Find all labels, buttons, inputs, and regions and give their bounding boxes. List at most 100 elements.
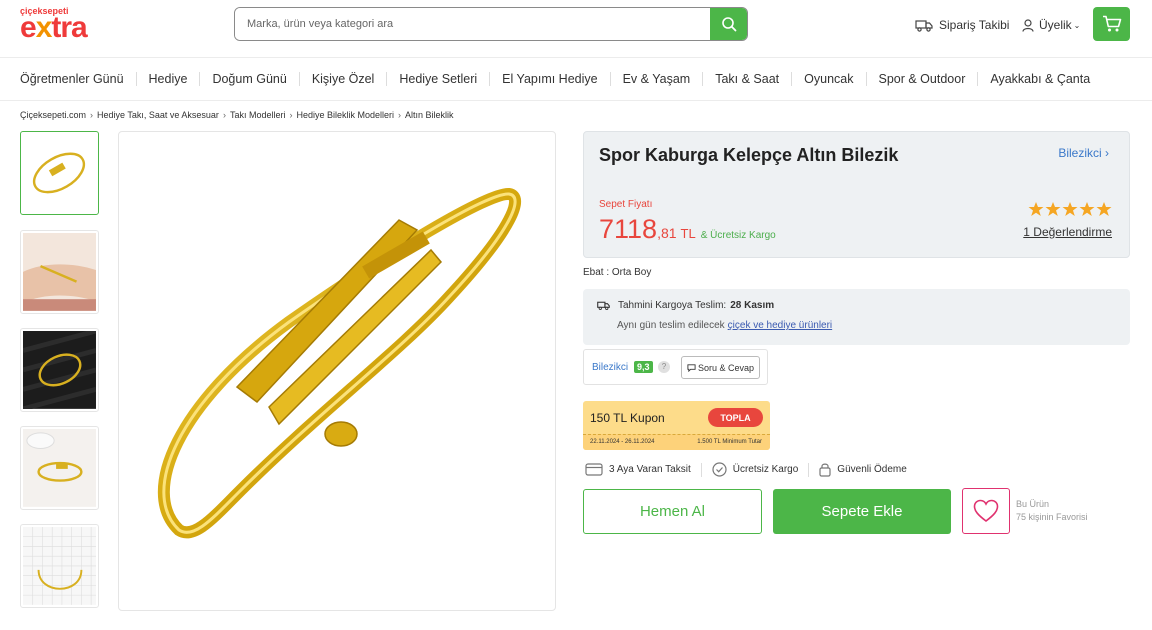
star-icon [1045, 202, 1061, 216]
category-nav: Öğretmenler Günü Hediye Doğum Günü Kişiy… [0, 57, 1152, 101]
nav-item-label[interactable]: Oyuncak [804, 72, 853, 86]
qa-button[interactable]: Soru & Cevap [681, 356, 760, 379]
seller-name[interactable]: Bilezikci [592, 362, 628, 373]
site-logo[interactable]: çiçeksepeti extra [20, 6, 112, 44]
buy-now-button[interactable]: Hemen Al [583, 489, 762, 534]
truck-icon [915, 19, 933, 32]
lock-icon [819, 463, 831, 477]
nav-item-label[interactable]: Kişiye Özel [312, 72, 375, 86]
favorite-line-1: Bu Ürün [1016, 499, 1050, 509]
thumbnail-2[interactable] [20, 230, 99, 314]
favorite-button[interactable] [962, 488, 1010, 534]
reviews-link[interactable]: 1 Değerlendirme [1023, 225, 1112, 239]
free-shipping-note: & Ücretsiz Kargo [700, 230, 776, 241]
nav-item-label[interactable]: Takı & Saat [715, 72, 779, 86]
favorite-count-text: Bu Ürün 75 kişinin Favorisi [1016, 498, 1088, 524]
delivery-info: Tahmini Kargoya Teslim: 28 Kasım Aynı gü… [583, 289, 1130, 345]
logo-main-text: extra [20, 11, 88, 44]
nav-item[interactable]: Takı & Saat [690, 72, 779, 86]
rating-stars [1028, 201, 1112, 217]
product-price: 7118 ,81 TL & Ücretsiz Kargo [599, 214, 776, 245]
same-day-link[interactable]: çiçek ve hediye ürünleri [728, 320, 833, 331]
search-button[interactable] [710, 8, 747, 40]
breadcrumb-item[interactable]: Çiçeksepeti.com [20, 110, 86, 120]
cart-button[interactable] [1093, 7, 1130, 41]
help-icon[interactable]: ? [658, 361, 670, 373]
nav-item-label[interactable]: Öğretmenler Günü [20, 72, 124, 86]
star-icon [1096, 202, 1112, 216]
dark-photo-thumbnail [23, 331, 96, 409]
favorite-line-2: 75 kişinin Favorisi [1016, 512, 1088, 522]
gold-bracelet-image [157, 188, 522, 539]
nav-item[interactable]: Kişiye Özel [287, 72, 375, 86]
thumbnail-5[interactable] [20, 524, 99, 608]
nav-item[interactable]: Ayakkabı & Çanta [965, 72, 1090, 86]
seller-score-badge: 9,3 [634, 361, 653, 373]
star-icon [1079, 202, 1095, 216]
feature-free-shipping: Ücretsiz Kargo [712, 462, 799, 477]
feature-installment-label: 3 Aya Varan Taksit [609, 464, 691, 475]
thumbnail-4[interactable] [20, 426, 99, 510]
feature-free-shipping-label: Ücretsiz Kargo [732, 464, 799, 475]
product-title: Spor Kaburga Kelepçe Altın Bilezik [599, 145, 899, 165]
nav-item[interactable]: Oyuncak [779, 72, 854, 86]
thumbnail-1[interactable] [20, 131, 99, 215]
nav-item[interactable]: Ev & Yaşam [598, 72, 691, 86]
delivery-date: 28 Kasım [730, 300, 775, 311]
feature-installment: 3 Aya Varan Taksit [585, 463, 691, 476]
chat-icon [687, 364, 696, 372]
order-tracking-link[interactable]: Sipariş Takibi [915, 16, 1009, 34]
feature-secure-payment: Güvenli Ödeme [819, 462, 907, 477]
nav-item[interactable]: El Yapımı Hediye [477, 72, 598, 86]
breadcrumb-item[interactable]: Takı Modelleri [230, 110, 286, 120]
breadcrumb-item[interactable]: Altın Bileklik [405, 110, 454, 120]
collect-coupon-button[interactable]: TOPLA [708, 408, 763, 427]
star-icon [1028, 202, 1044, 216]
nav-item[interactable]: Hediye [124, 72, 188, 86]
cart-icon [1102, 15, 1121, 32]
nav-item-label[interactable]: El Yapımı Hediye [502, 72, 597, 86]
feature-list: 3 Aya Varan Taksit Ücretsiz Kargo Güvenl… [585, 462, 917, 477]
star-icon [1062, 202, 1078, 216]
nav-item-label[interactable]: Hediye [149, 72, 188, 86]
breadcrumb-item[interactable]: Hediye Takı, Saat ve Aksesuar [97, 110, 219, 120]
nav-item[interactable]: Doğum Günü [187, 72, 287, 86]
thumbnail-3[interactable] [20, 328, 99, 412]
user-icon [1022, 18, 1034, 32]
chevron-down-icon: ⌄ [1073, 20, 1081, 30]
main-product-image[interactable] [118, 131, 556, 611]
nav-item[interactable]: Öğretmenler Günü [20, 72, 124, 86]
qa-button-label: Soru & Cevap [697, 362, 755, 373]
price-integer: 7118 [599, 214, 658, 244]
size-grid-thumbnail [23, 527, 96, 605]
flower-photo-thumbnail [23, 429, 96, 507]
coupon-card: 150 TL Kupon TOPLA 22.11.2024 - 26.11.20… [583, 401, 770, 450]
nav-item[interactable]: Hediye Setleri [374, 72, 477, 86]
membership-menu[interactable]: Üyelik ⌄ [1022, 16, 1080, 34]
search-input[interactable] [235, 8, 711, 40]
coupon-minimum: 1.500 TL Minimum Tutar [697, 439, 762, 445]
check-icon [712, 462, 727, 477]
nav-item[interactable]: Spor & Outdoor [854, 72, 966, 86]
wrist-photo-thumbnail [23, 233, 96, 311]
site-header: çiçeksepeti extra Sipariş Takibi Üyelik … [0, 0, 1152, 56]
breadcrumb-item[interactable]: Hediye Bileklik Modelleri [296, 110, 394, 120]
cart-price-label: Sepet Fiyatı [599, 199, 653, 210]
delivery-estimate: Tahmini Kargoya Teslim: 28 Kasım [597, 300, 774, 311]
product-summary: Spor Kaburga Kelepçe Altın Bilezik Bilez… [583, 131, 1130, 258]
breadcrumb: Çiçeksepeti.com › Hediye Takı, Saat ve A… [20, 110, 454, 120]
nav-item-label[interactable]: Spor & Outdoor [879, 72, 966, 86]
same-day-text: Aynı gün teslim edilecek [617, 320, 725, 331]
price-currency: TL [680, 226, 696, 241]
nav-item-label[interactable]: Ayakkabı & Çanta [990, 72, 1090, 86]
nav-item-label[interactable]: Hediye Setleri [399, 72, 477, 86]
add-to-cart-button[interactable]: Sepete Ekle [773, 489, 951, 534]
search-icon [721, 17, 736, 32]
nav-item-label[interactable]: Ev & Yaşam [623, 72, 691, 86]
seller-store-link[interactable]: Bilezikci › [1058, 146, 1109, 160]
coupon-details: 22.11.2024 - 26.11.2024 1.500 TL Minimum… [583, 434, 770, 450]
coupon-dates: 22.11.2024 - 26.11.2024 [590, 439, 655, 445]
membership-label: Üyelik [1039, 18, 1072, 32]
truck-icon [597, 301, 610, 311]
nav-item-label[interactable]: Doğum Günü [212, 72, 286, 86]
